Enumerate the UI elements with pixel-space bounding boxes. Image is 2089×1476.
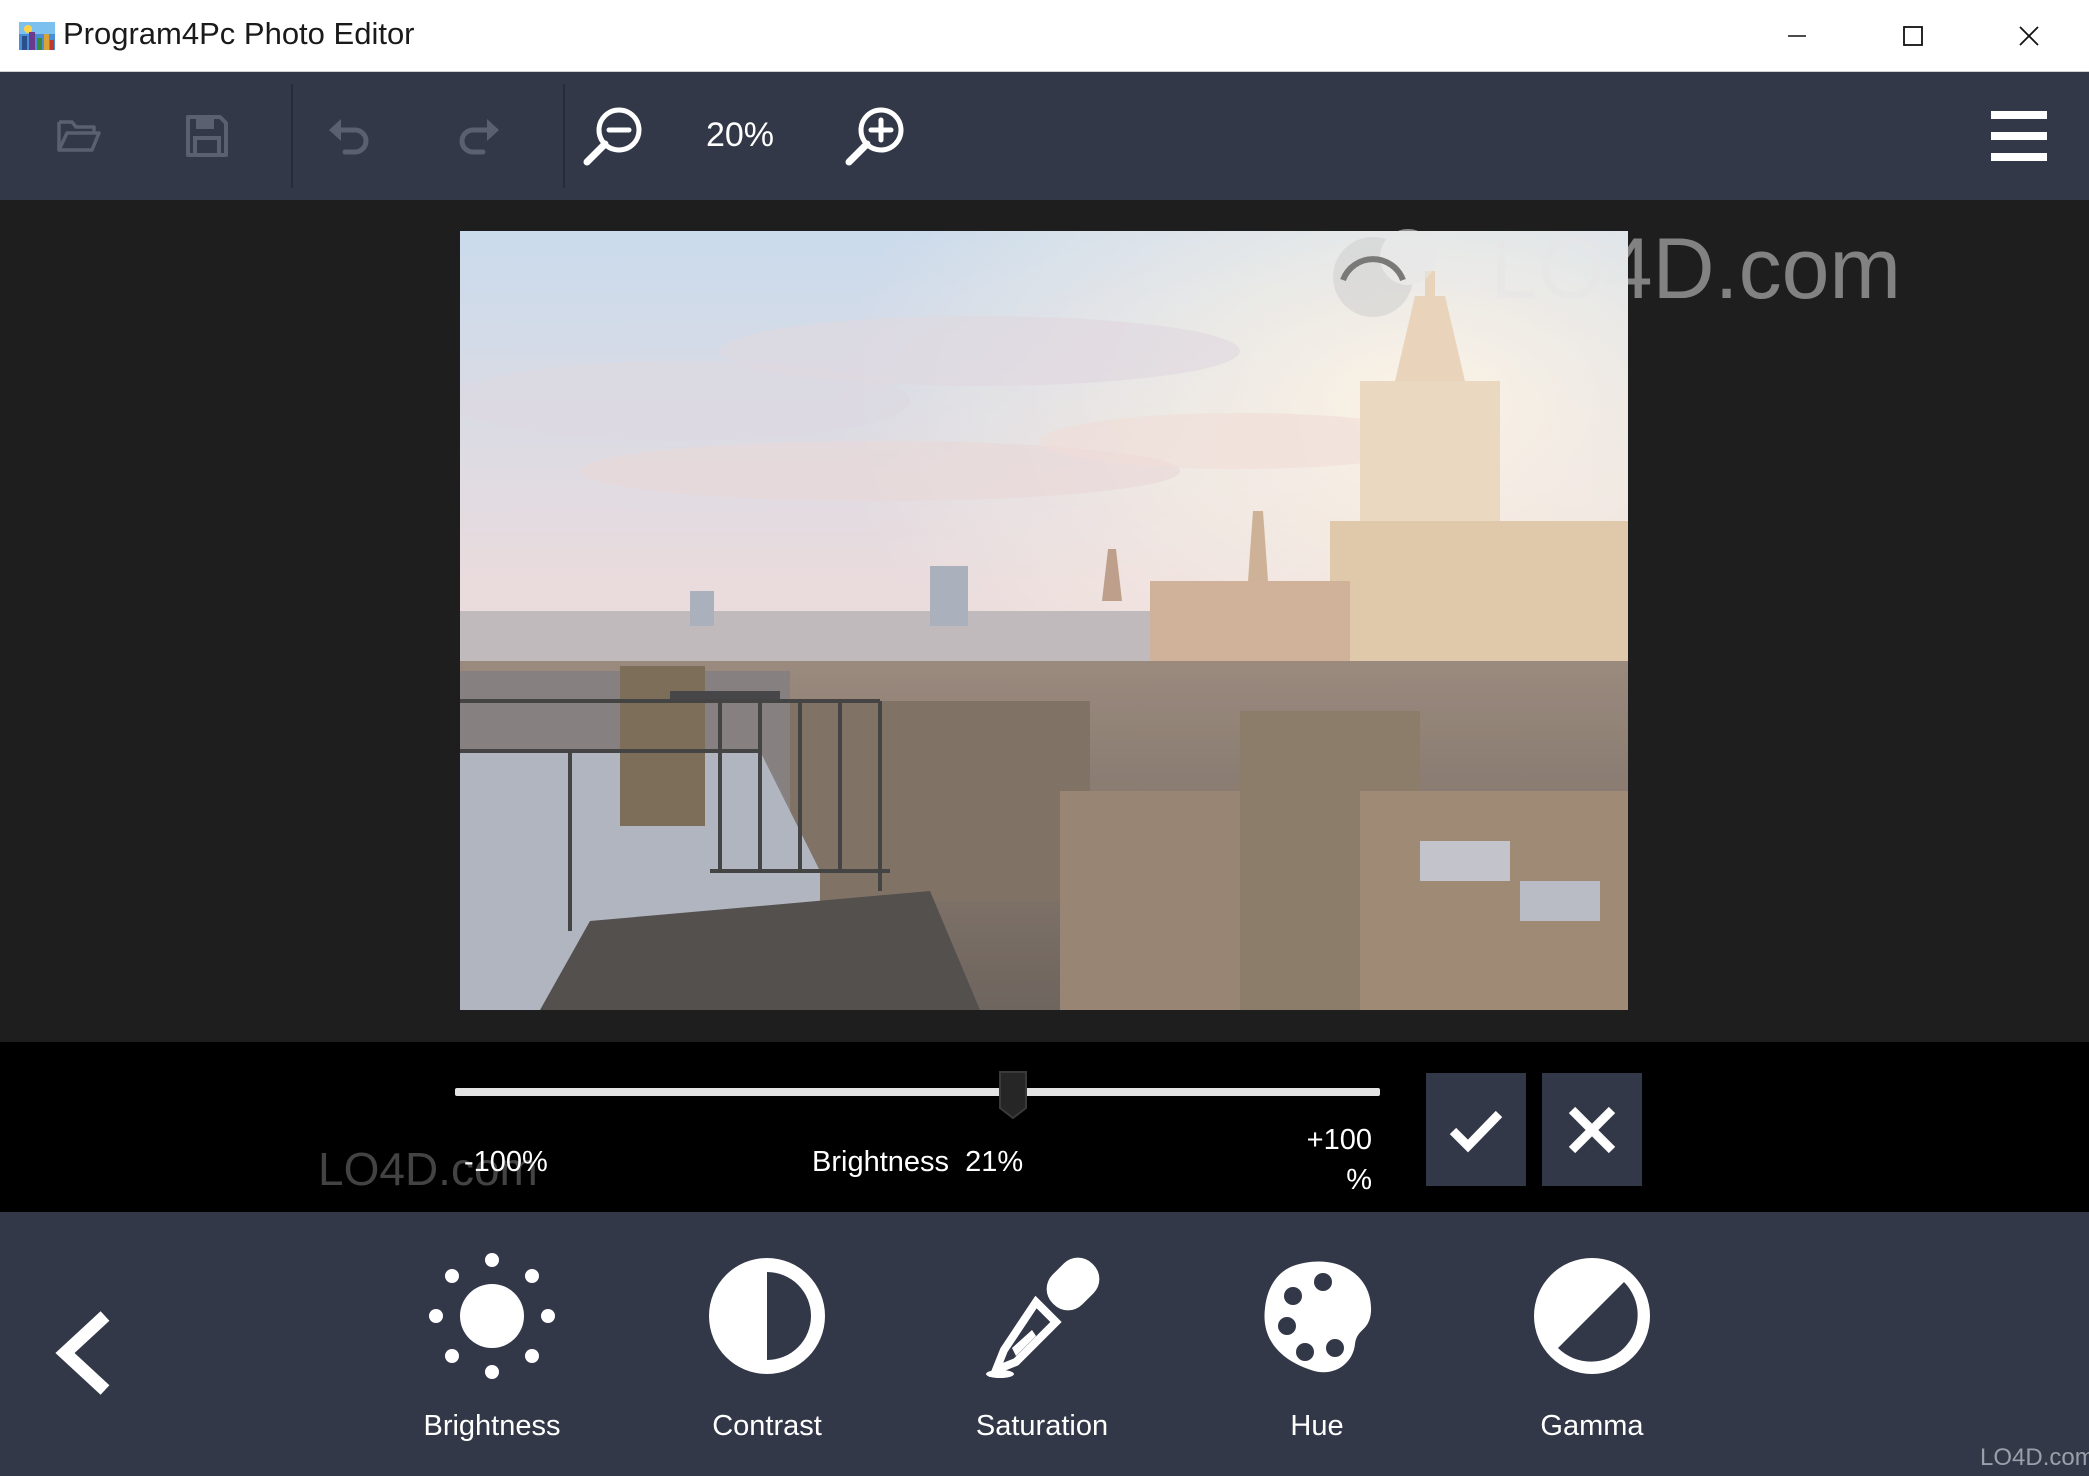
tools-bar: Brightness Contrast Saturation Hue Gamma… (0, 1212, 2089, 1476)
brightness-slider-track[interactable] (455, 1088, 1380, 1096)
close-button[interactable] (1971, 0, 2087, 71)
title-bar: Program4Pc Photo Editor (0, 0, 2089, 72)
slider-min-label: -100% (464, 1146, 548, 1178)
open-button[interactable] (24, 72, 134, 200)
tool-hue[interactable]: Hue (1217, 1252, 1417, 1462)
redo-button[interactable] (424, 72, 534, 200)
tool-contrast[interactable]: Contrast (667, 1252, 867, 1462)
undo-button[interactable] (294, 72, 404, 200)
tool-label: Saturation (975, 1410, 1109, 1442)
tool-label: Brightness (423, 1410, 561, 1442)
adjustment-panel: LO4D.com -100% Brightness 21% +100 % (0, 1042, 2089, 1212)
adjustment-name: Brightness (812, 1146, 950, 1178)
save-icon (186, 115, 228, 157)
tool-label: Gamma (1540, 1410, 1644, 1442)
cancel-button[interactable] (1542, 1073, 1642, 1186)
slider-current-label: Brightness 21% (812, 1146, 1023, 1179)
minimize-icon (1788, 34, 1806, 37)
undo-icon (329, 119, 369, 155)
menu-button[interactable] (1964, 72, 2074, 200)
brightness-slider-thumb[interactable] (998, 1070, 1028, 1120)
close-icon (2019, 25, 2039, 46)
palette-icon (1264, 1261, 1372, 1373)
image-canvas: LO4D.com (0, 200, 2089, 1042)
toolbar-separator (291, 84, 293, 188)
app-icon (19, 22, 55, 50)
save-button[interactable] (152, 72, 262, 200)
maximize-button[interactable] (1855, 0, 1971, 71)
redo-icon (459, 119, 499, 155)
contrast-icon (709, 1258, 825, 1374)
tool-brightness[interactable]: Brightness (392, 1252, 592, 1462)
window-title: Program4Pc Photo Editor (63, 16, 415, 51)
close-icon (1568, 1106, 1616, 1153)
chevron-left-icon (55, 1311, 110, 1395)
checkmark-icon (1449, 1110, 1503, 1152)
zoom-in-button[interactable] (820, 72, 930, 200)
back-button[interactable] (38, 1298, 128, 1408)
adjustment-value: 21% (965, 1146, 1024, 1178)
watermark-corner: LO4D.com (1980, 1444, 2089, 1471)
zoom-level: 20% (705, 116, 775, 154)
tool-label: Hue (1290, 1410, 1344, 1442)
hamburger-menu-icon (1991, 111, 2047, 161)
zoom-out-button[interactable] (558, 72, 668, 200)
apply-button[interactable] (1426, 1073, 1526, 1186)
photo-preview[interactable] (460, 231, 1628, 1010)
watermark-text: LO4D.com (1490, 221, 1902, 317)
eyedropper-icon (986, 1257, 1100, 1378)
zoom-out-icon (583, 107, 642, 166)
open-folder-icon (57, 120, 101, 152)
tool-gamma[interactable]: Gamma (1492, 1252, 1692, 1462)
sun-icon (429, 1253, 555, 1379)
tool-label: Contrast (712, 1410, 822, 1442)
toolbar: 20% (0, 72, 2089, 200)
zoom-in-icon (845, 107, 904, 166)
minimize-button[interactable] (1739, 0, 1855, 71)
slider-max-unit: % (1346, 1164, 1372, 1196)
slider-max-label: +100 (1306, 1124, 1372, 1156)
gamma-icon (1534, 1258, 1650, 1374)
maximize-icon (1903, 25, 1923, 46)
tool-saturation[interactable]: Saturation (942, 1252, 1142, 1462)
